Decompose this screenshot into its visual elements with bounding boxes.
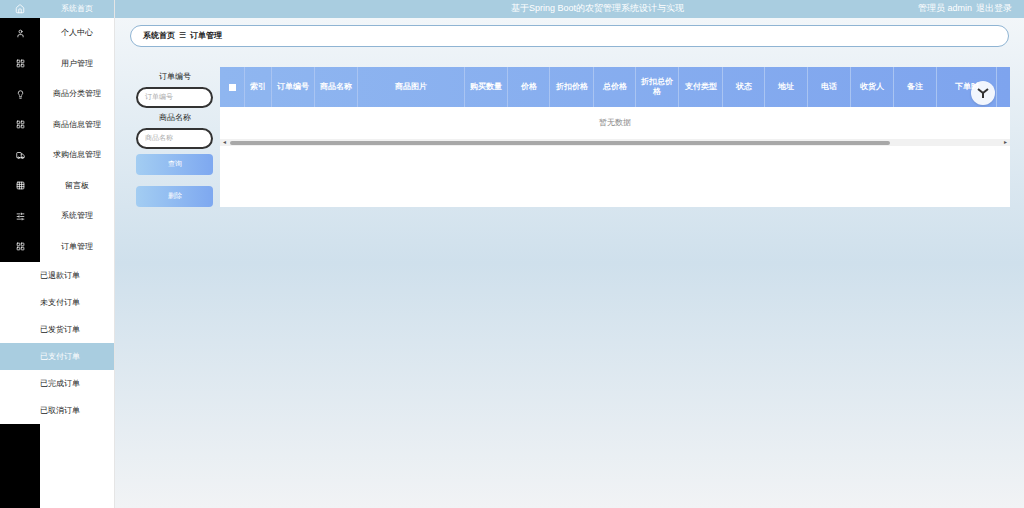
sidebar-item[interactable]: 求购信息管理 (0, 140, 114, 171)
sidebar-item[interactable]: 订单管理 (0, 232, 114, 263)
menu-icon (16, 151, 25, 160)
table: 索引订单编号商品名称商品图片购买数量价格折扣价格总价格折扣总价格支付类型状态地址… (220, 67, 1010, 207)
select-all-checkbox[interactable] (229, 84, 236, 91)
column-header: 总价格 (594, 67, 636, 107)
menu-icon (15, 4, 25, 14)
sidebar-subitem[interactable]: 已完成订单 (0, 370, 114, 397)
delete-button[interactable]: 删除 (136, 186, 213, 207)
menu-icon (16, 29, 25, 38)
sidebar-item[interactable]: 商品信息管理 (0, 110, 114, 141)
column-header: 地址 (765, 67, 808, 107)
sidebar-item[interactable]: 系统首页 (0, 0, 114, 18)
field-label: 商品名称 (159, 112, 191, 124)
column-header: 订单编号 (272, 67, 315, 107)
logo-icon (976, 86, 990, 100)
header-title: 基于Spring Boot的农贸管理系统设计与实现 (511, 2, 684, 16)
sidebar-filler (0, 424, 114, 508)
breadcrumb-separator: ☰ (179, 30, 186, 42)
sidebar-item[interactable]: 用户管理 (0, 49, 114, 80)
column-header: 支付类型 (679, 67, 723, 107)
menu-icon (16, 59, 25, 68)
app: 系统首页个人中心用户管理商品分类管理商品信息管理求购信息管理留言板系统管理订单管… (0, 0, 1024, 508)
column-header: 折扣总价格 (636, 67, 679, 107)
column-header: 价格 (508, 67, 550, 107)
column-header: 购买数量 (465, 67, 508, 107)
sidebar-item[interactable]: 个人中心 (0, 18, 114, 49)
search-form: 订单编号订单编号商品名称商品名称查询删除 (136, 67, 213, 207)
sidebar-subitem[interactable]: 已取消订单 (0, 397, 114, 424)
column-header: 商品名称 (315, 67, 358, 107)
float-button[interactable] (971, 81, 995, 105)
column-header: 收货人 (851, 67, 894, 107)
column-header: 折扣价格 (550, 67, 594, 107)
column-header: 状态 (723, 67, 765, 107)
breadcrumb: 系统首页 ☰ 订单管理 (130, 25, 1009, 47)
table-header: 索引订单编号商品名称商品图片购买数量价格折扣价格总价格折扣总价格支付类型状态地址… (220, 67, 1010, 107)
menu-icon (16, 120, 25, 129)
content: 系统首页☰订单管理订单编号订单编号商品名称商品名称查询删除索引订单编号商品名称商… (115, 18, 1024, 508)
menu-icon (16, 212, 25, 221)
menu-icon (16, 181, 25, 190)
column-header: 索引 (245, 67, 272, 107)
column-header: 商品图片 (358, 67, 465, 107)
search-input[interactable]: 订单编号 (136, 87, 213, 108)
column-header: 电话 (808, 67, 851, 107)
menu-icon (16, 90, 25, 99)
sidebar-item[interactable]: 系统管理 (0, 201, 114, 232)
header: 基于Spring Boot的农贸管理系统设计与实现 管理员 admin 退出登录 (115, 0, 1024, 18)
menu-icon (16, 242, 25, 251)
main: 基于Spring Boot的农贸管理系统设计与实现 管理员 admin 退出登录系统… (115, 0, 1024, 508)
header-user: 管理员 admin (918, 2, 972, 16)
empty-row: 暂无数据 (220, 107, 1010, 139)
sidebar-subitem[interactable]: 已支付订单 (0, 343, 114, 370)
sidebar-subitem[interactable]: 未支付订单 (0, 289, 114, 316)
breadcrumb-current: 订单管理 (190, 30, 222, 42)
sidebar: 系统首页个人中心用户管理商品分类管理商品信息管理求购信息管理留言板系统管理订单管… (0, 0, 115, 508)
column-header: 备注 (894, 67, 937, 107)
breadcrumb-home[interactable]: 系统首页 (143, 30, 175, 42)
logout-link[interactable]: 退出登录 (976, 2, 1012, 16)
search-input[interactable]: 商品名称 (136, 128, 213, 149)
query-button[interactable]: 查询 (136, 154, 213, 175)
sidebar-subitem[interactable]: 已退款订单 (0, 262, 114, 289)
sidebar-item[interactable]: 留言板 (0, 171, 114, 202)
scrollbar[interactable]: ◂▸ (220, 139, 1010, 146)
sidebar-item[interactable]: 商品分类管理 (0, 79, 114, 110)
sidebar-subitem[interactable]: 已发货订单 (0, 316, 114, 343)
field-label: 订单编号 (159, 71, 191, 83)
